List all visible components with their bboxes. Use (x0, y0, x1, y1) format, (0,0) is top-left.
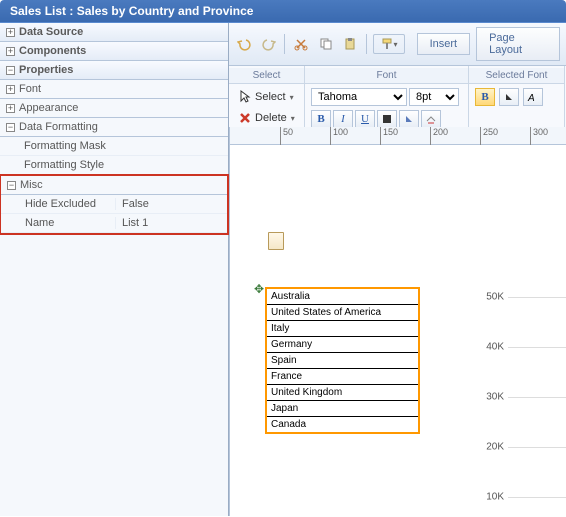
selected-font-color-button[interactable] (499, 88, 519, 106)
misc-highlight: −Misc Hide Excluded False Name List 1 (0, 174, 229, 235)
editor-area: ▾ Insert Page Layout Select Select▾ Dele… (229, 23, 566, 516)
prop-hide-excluded[interactable]: Hide Excluded False (1, 195, 227, 214)
list-item[interactable]: Canada (267, 417, 418, 432)
country-list[interactable]: ✥ Australia United States of America Ita… (265, 287, 420, 434)
svg-text:A: A (527, 93, 535, 103)
section-font[interactable]: +Font (0, 80, 228, 99)
select-button[interactable]: Select▾ (235, 88, 298, 106)
italic-button[interactable]: I (333, 110, 353, 128)
delete-button[interactable]: Delete▾ (235, 110, 299, 126)
undo-button[interactable] (235, 34, 254, 54)
prop-value[interactable]: False (115, 198, 221, 210)
design-canvas[interactable]: 50 100 150 200 250 300 ✥ Australia Unite… (229, 127, 566, 516)
list-item[interactable]: Italy (267, 321, 418, 337)
selected-bold-button[interactable]: B (475, 88, 495, 106)
divider (366, 34, 367, 54)
font-size-select[interactable]: 8pt (409, 88, 459, 106)
prop-value[interactable]: List 1 (115, 217, 221, 229)
chart-y-axis: 50K 40K 30K 20K 10K (466, 297, 566, 516)
list-item[interactable]: France (267, 369, 418, 385)
tab-insert[interactable]: Insert (417, 33, 471, 55)
selected-style-button[interactable]: A (523, 88, 543, 106)
clear-format-button[interactable] (421, 110, 441, 128)
prop-name[interactable]: Name List 1 (1, 214, 227, 233)
sheet-icon[interactable] (268, 232, 284, 250)
bold-button[interactable]: B (311, 110, 331, 128)
ribbon-group-label: Font (305, 68, 468, 84)
delete-icon (239, 112, 251, 124)
redo-button[interactable] (260, 34, 279, 54)
ribbon: Select Select▾ Delete▾ Font Tahoma (229, 66, 566, 135)
ribbon-group-label: Select (229, 68, 304, 84)
section-data-formatting[interactable]: −Data Formatting (0, 118, 228, 137)
section-data-source[interactable]: +Data Source (0, 23, 228, 42)
horizontal-ruler: 50 100 150 200 250 300 (230, 127, 566, 145)
format-painter-button[interactable]: ▾ (373, 34, 405, 54)
cursor-icon (239, 90, 251, 104)
move-handle-icon[interactable]: ✥ (254, 282, 267, 295)
font-color-button[interactable] (377, 110, 397, 128)
window-title: Sales List : Sales by Country and Provin… (0, 0, 566, 23)
ribbon-group-select: Select Select▾ Delete▾ (229, 66, 305, 134)
section-appearance[interactable]: +Appearance (0, 99, 228, 118)
prop-key: Name (25, 217, 115, 229)
list-item[interactable]: United States of America (267, 305, 418, 321)
section-misc[interactable]: −Misc (1, 176, 227, 195)
section-properties[interactable]: −Properties (0, 61, 228, 80)
ribbon-group-font: Font Tahoma 8pt B I U (305, 66, 469, 134)
section-components[interactable]: +Components (0, 42, 228, 61)
prop-formatting-style[interactable]: Formatting Style (0, 156, 228, 175)
list-item[interactable]: Germany (267, 337, 418, 353)
properties-panel: +Data Source +Components −Properties +Fo… (0, 23, 229, 516)
divider (284, 34, 285, 54)
tab-page-layout[interactable]: Page Layout (476, 27, 560, 61)
quick-toolbar: ▾ Insert Page Layout (229, 23, 566, 66)
prop-key: Hide Excluded (25, 198, 115, 210)
font-name-select[interactable]: Tahoma (311, 88, 407, 106)
list-item[interactable]: United Kingdom (267, 385, 418, 401)
list-item[interactable]: Japan (267, 401, 418, 417)
list-item[interactable]: Spain (267, 353, 418, 369)
paste-button[interactable] (341, 34, 360, 54)
copy-button[interactable] (316, 34, 335, 54)
list-item[interactable]: Australia (267, 289, 418, 305)
fill-color-button[interactable] (399, 110, 419, 128)
underline-button[interactable]: U (355, 110, 375, 128)
cut-button[interactable] (291, 34, 310, 54)
prop-formatting-mask[interactable]: Formatting Mask (0, 137, 228, 156)
ribbon-group-label: Selected Font (469, 68, 564, 84)
ribbon-group-selected-font: Selected Font B A (469, 66, 565, 134)
